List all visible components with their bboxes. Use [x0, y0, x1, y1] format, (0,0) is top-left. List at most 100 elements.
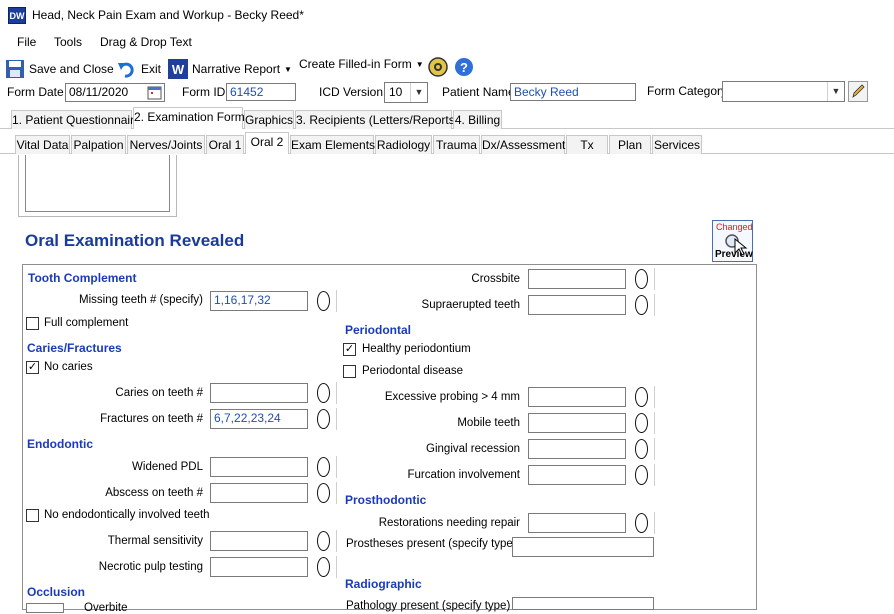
supraerupted-field[interactable] — [528, 295, 626, 315]
exit-button[interactable]: Exit — [117, 59, 161, 79]
divider — [336, 456, 337, 478]
edit-pencil-icon[interactable] — [848, 81, 868, 102]
divider — [336, 556, 337, 578]
excessive-probing-field[interactable] — [528, 387, 626, 407]
section-caries-fractures: Caries/Fractures — [27, 341, 122, 355]
crossbite-label: Crossbite — [471, 273, 520, 285]
form-date-field[interactable]: 08/11/2020 — [65, 83, 165, 102]
status-circle-icon[interactable] — [317, 557, 330, 577]
status-circle-icon[interactable] — [317, 383, 330, 403]
divider — [654, 512, 655, 534]
settings-gear-icon[interactable] — [427, 56, 449, 78]
exit-label: Exit — [141, 62, 162, 76]
icd-version-select[interactable]: 10 ▼ — [384, 82, 428, 103]
word-icon: W — [168, 59, 188, 79]
no-endo-label: No endodontically involved teeth — [44, 509, 210, 521]
status-circle-icon[interactable] — [635, 269, 648, 289]
healthy-perio-checkbox[interactable]: ✓ — [343, 343, 356, 356]
tab-oral-2[interactable]: Oral 2 — [245, 132, 289, 154]
create-filled-form-button[interactable]: Create Filled-in Form ▼ — [299, 57, 424, 71]
status-circle-icon[interactable] — [317, 483, 330, 503]
status-circle-icon[interactable] — [635, 513, 648, 533]
perio-disease-checkbox[interactable] — [343, 365, 356, 378]
divider — [654, 294, 655, 316]
status-circle-icon[interactable] — [317, 291, 330, 311]
necrotic-pulp-field[interactable] — [210, 557, 308, 577]
status-circle-icon[interactable] — [635, 465, 648, 485]
mouse-cursor-icon — [734, 237, 748, 256]
fractures-on-teeth-field[interactable]: 6,7,22,23,24 — [210, 409, 308, 429]
tab-services[interactable]: Services — [652, 135, 702, 154]
tab-dx-assessment[interactable]: Dx/Assessment — [481, 135, 565, 154]
status-circle-icon[interactable] — [317, 409, 330, 429]
section-endodontic: Endodontic — [27, 437, 93, 451]
tab-graphics[interactable]: Graphics — [244, 110, 294, 129]
form-id-field[interactable]: 61452 — [226, 83, 296, 101]
menu-tools[interactable]: Tools — [54, 35, 82, 49]
divider — [654, 438, 655, 460]
section-tooth-complement: Tooth Complement — [28, 271, 137, 285]
crossbite-field[interactable] — [528, 269, 626, 289]
prostheses-field[interactable] — [512, 537, 654, 557]
save-close-button[interactable]: Save and Close — [5, 59, 114, 79]
prostheses-label: Prostheses present (specify type) — [346, 538, 517, 550]
tab-billing[interactable]: 4. Billing — [453, 110, 502, 129]
chevron-down-icon: ▼ — [827, 82, 844, 101]
tab-patient-questionnaire[interactable]: 1. Patient Questionnaire — [11, 110, 141, 129]
tab-trauma[interactable]: Trauma — [433, 135, 480, 154]
tab-radiology[interactable]: Radiology — [375, 135, 432, 154]
furcation-field[interactable] — [528, 465, 626, 485]
patient-name-field[interactable]: Becky Reed — [510, 83, 636, 101]
window-title: Head, Neck Pain Exam and Workup - Becky … — [32, 8, 304, 22]
image-frame — [18, 155, 177, 217]
gingival-recession-label: Gingival recession — [426, 443, 520, 455]
tab-oral-1[interactable]: Oral 1 — [206, 135, 244, 154]
image-box — [25, 155, 170, 212]
mobile-teeth-field[interactable] — [528, 413, 626, 433]
caries-on-teeth-field[interactable] — [210, 383, 308, 403]
save-close-label: Save and Close — [29, 62, 114, 76]
widened-pdl-field[interactable] — [210, 457, 308, 477]
full-complement-checkbox[interactable] — [26, 317, 39, 330]
gingival-recession-field[interactable] — [528, 439, 626, 459]
abscess-on-teeth-label: Abscess on teeth # — [105, 487, 203, 499]
section-occlusion: Occlusion — [27, 585, 86, 599]
overbite-select[interactable] — [26, 603, 64, 613]
tab-exam-elements[interactable]: Exam Elements — [290, 135, 375, 154]
tab-recipients[interactable]: 3. Recipients (Letters/Reports) — [295, 110, 459, 129]
pathology-field[interactable] — [512, 597, 654, 610]
status-circle-icon[interactable] — [317, 457, 330, 477]
excessive-probing-label: Excessive probing > 4 mm — [384, 391, 520, 403]
status-circle-icon[interactable] — [635, 295, 648, 315]
calendar-icon[interactable] — [147, 85, 162, 100]
tab-tx[interactable]: Tx — [566, 135, 608, 154]
thermal-sensitivity-field[interactable] — [210, 531, 308, 551]
page-title: Oral Examination Revealed — [25, 231, 245, 250]
mobile-teeth-label: Mobile teeth — [457, 417, 520, 429]
help-icon[interactable]: ? — [454, 57, 474, 77]
missing-teeth-field[interactable]: 1,16,17,32 — [210, 291, 308, 311]
section-periodontal: Periodontal — [345, 323, 412, 337]
menu-file[interactable]: File — [17, 35, 36, 49]
tab-palpation[interactable]: Palpation — [71, 135, 126, 154]
missing-teeth-label: Missing teeth # (specify) — [79, 294, 203, 306]
no-endo-checkbox[interactable] — [26, 509, 39, 522]
status-circle-icon[interactable] — [635, 439, 648, 459]
tab-examination-form[interactable]: 2. Examination Form — [133, 107, 245, 129]
form-category-label: Form Category: — [647, 84, 731, 98]
form-category-select[interactable]: ▼ — [722, 81, 845, 102]
form-id-label: Form ID: — [182, 85, 229, 99]
tab-vital-data[interactable]: Vital Data — [15, 135, 70, 154]
menu-drag-drop-text[interactable]: Drag & Drop Text — [100, 35, 192, 49]
tab-nerves-joints[interactable]: Nerves/Joints — [127, 135, 205, 154]
restorations-field[interactable] — [528, 513, 626, 533]
status-circle-icon[interactable] — [317, 531, 330, 551]
status-circle-icon[interactable] — [635, 413, 648, 433]
furcation-label: Furcation involvement — [407, 469, 521, 481]
narrative-report-button[interactable]: W Narrative Report ▼ — [168, 59, 292, 79]
tab-plan[interactable]: Plan — [609, 135, 651, 154]
status-circle-icon[interactable] — [635, 387, 648, 407]
preview-button[interactable]: Changed Preview — [712, 220, 753, 262]
abscess-on-teeth-field[interactable] — [210, 483, 308, 503]
no-caries-checkbox[interactable]: ✓ — [26, 361, 39, 374]
